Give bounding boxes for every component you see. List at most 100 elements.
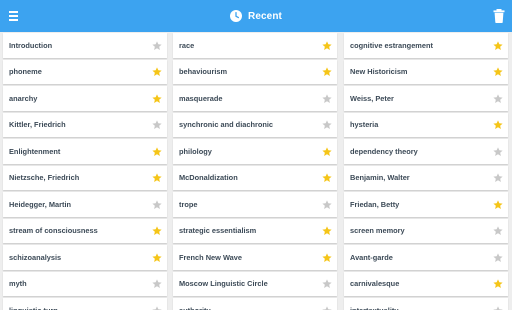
star-outline-icon[interactable] <box>493 252 503 263</box>
list-item-label: stream of consciousness <box>9 226 98 236</box>
star-outline-icon[interactable] <box>493 226 503 236</box>
star-filled-icon[interactable] <box>322 40 332 51</box>
list-item[interactable]: New Historicism <box>344 59 508 84</box>
star-filled-icon[interactable] <box>493 120 503 130</box>
list-item[interactable]: intertextuality <box>344 298 508 310</box>
list-item[interactable]: carnivalesque <box>344 271 508 296</box>
star-outline-icon[interactable] <box>152 279 162 289</box>
star-filled-icon[interactable] <box>322 173 332 183</box>
list-item[interactable]: Enlightenment <box>3 139 167 164</box>
list-item[interactable]: Introduction <box>3 33 167 58</box>
list-item[interactable]: Avant-garde <box>344 245 508 270</box>
star-outline-icon[interactable] <box>493 173 503 183</box>
star-outline-icon[interactable] <box>493 305 503 310</box>
star-filled-icon[interactable] <box>493 67 503 77</box>
list-item[interactable]: masquerade <box>173 86 337 111</box>
list-item-label: New Historicism <box>350 67 408 77</box>
list-item[interactable]: Weiss, Peter <box>344 86 508 111</box>
list-item[interactable]: hysteria <box>344 112 508 137</box>
list-item-label: strategic essentialism <box>179 226 257 236</box>
star-outline-icon[interactable] <box>493 146 503 157</box>
list-item-label: French New Wave <box>179 252 242 262</box>
list-item[interactable]: strategic essentialism <box>173 218 337 243</box>
list-item[interactable]: phoneme <box>3 59 167 84</box>
star-outline-icon[interactable] <box>152 120 162 130</box>
list-item-label: Nietzsche, Friedrich <box>9 173 80 183</box>
star-filled-icon[interactable] <box>152 252 162 263</box>
list-item[interactable]: McDonaldization <box>173 165 337 190</box>
star-filled-icon[interactable] <box>493 40 503 51</box>
star-filled-icon[interactable] <box>322 146 332 157</box>
list-item-label: phoneme <box>9 67 42 77</box>
star-outline-icon[interactable] <box>152 199 162 210</box>
list-item-label: schizoanalysis <box>9 252 62 262</box>
list-item-label: Kittler, Friedrich <box>9 120 66 130</box>
list-item-label: screen memory <box>350 226 405 236</box>
star-outline-icon[interactable] <box>322 279 332 289</box>
list-item[interactable]: Heidegger, Martin <box>3 192 167 217</box>
list-item[interactable]: cognitive estrangement <box>344 33 508 58</box>
list-item[interactable]: anarchy <box>3 86 167 111</box>
list-item-label: Benjamin, Walter <box>350 173 410 183</box>
star-filled-icon[interactable] <box>322 252 332 263</box>
trash-icon[interactable] <box>493 9 505 23</box>
list-item-label: Avant-garde <box>350 252 393 262</box>
star-filled-icon[interactable] <box>322 226 332 236</box>
star-outline-icon[interactable] <box>322 305 332 310</box>
star-outline-icon[interactable] <box>493 93 503 104</box>
list-item[interactable]: race <box>173 33 337 58</box>
star-outline-icon[interactable] <box>322 199 332 210</box>
star-filled-icon[interactable] <box>152 93 162 104</box>
app-bar: Recent <box>0 0 512 32</box>
list-item[interactable]: schizoanalysis <box>3 245 167 270</box>
star-outline-icon[interactable] <box>152 305 162 310</box>
list-item-label: linguistic turn <box>9 298 58 310</box>
star-outline-icon[interactable] <box>152 40 162 51</box>
list-item-label: trope <box>179 199 198 209</box>
list-item-label: Weiss, Peter <box>350 93 394 103</box>
star-filled-icon[interactable] <box>152 67 162 77</box>
star-filled-icon[interactable] <box>152 173 162 183</box>
star-outline-icon[interactable] <box>322 93 332 104</box>
list-item[interactable]: Kittler, Friedrich <box>3 112 167 137</box>
list-item[interactable]: linguistic turn <box>3 298 167 310</box>
list-item-label: intertextuality <box>350 298 398 310</box>
star-filled-icon[interactable] <box>152 226 162 236</box>
list-item[interactable]: synchronic and diachronic <box>173 112 337 137</box>
star-outline-icon[interactable] <box>322 120 332 130</box>
list-item-label: anarchy <box>9 93 38 103</box>
star-filled-icon[interactable] <box>152 146 162 157</box>
title-group: Recent <box>0 0 512 32</box>
list-item[interactable]: stream of consciousness <box>3 218 167 243</box>
list-item[interactable]: myth <box>3 271 167 296</box>
list-item[interactable]: trope <box>173 192 337 217</box>
list-item-label: dependency theory <box>350 146 418 156</box>
list-item[interactable]: Nietzsche, Friedrich <box>3 165 167 190</box>
list-item-label: carnivalesque <box>350 279 400 289</box>
list-item[interactable]: behaviourism <box>173 59 337 84</box>
list-item-label: Moscow Linguistic Circle <box>179 279 268 289</box>
list-item-label: race <box>179 40 195 50</box>
list-item[interactable]: French New Wave <box>173 245 337 270</box>
list-item-label: myth <box>9 279 27 289</box>
list-item-label: authority <box>179 298 211 310</box>
list-item[interactable]: authority <box>173 298 337 310</box>
list-item[interactable]: dependency theory <box>344 139 508 164</box>
list-item-label: cognitive estrangement <box>350 40 433 50</box>
star-filled-icon[interactable] <box>493 199 503 210</box>
list-item-label: McDonaldization <box>179 173 238 183</box>
list-item-label: Heidegger, Martin <box>9 199 72 209</box>
list-item[interactable]: Moscow Linguistic Circle <box>173 271 337 296</box>
star-filled-icon[interactable] <box>493 279 503 289</box>
list-item[interactable]: Benjamin, Walter <box>344 165 508 190</box>
list-item-label: hysteria <box>350 120 379 130</box>
list-item-label: synchronic and diachronic <box>179 120 274 130</box>
list-item-label: Introduction <box>9 40 53 50</box>
list-item[interactable]: philology <box>173 139 337 164</box>
page-title: Recent <box>248 10 282 22</box>
clock-icon <box>230 10 243 22</box>
list-item-label: philology <box>179 146 212 156</box>
list-item[interactable]: screen memory <box>344 218 508 243</box>
star-filled-icon[interactable] <box>322 67 332 77</box>
list-item[interactable]: Friedan, Betty <box>344 192 508 217</box>
